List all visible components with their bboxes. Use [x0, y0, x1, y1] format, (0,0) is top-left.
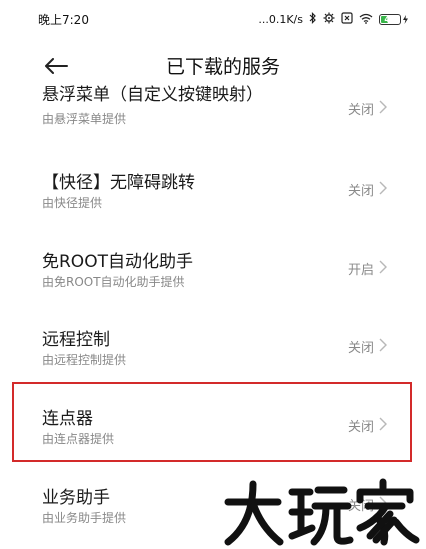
service-provider: 由悬浮菜单提供: [42, 112, 127, 126]
status-bar: 晚上7:20 ...0.1K/s 44: [0, 0, 426, 38]
status-icons: ...0.1K/s 44: [258, 12, 408, 26]
service-name: 【快径】无障碍跳转: [42, 173, 195, 193]
page-title: 已下载的服务: [165, 56, 280, 78]
settings-icon: [323, 12, 335, 26]
status-time: 晚上7:20: [38, 12, 89, 27]
service-provider: 由业务助手提供: [42, 511, 127, 525]
service-row-auto-clicker[interactable]: 连点器 由连点器提供 关闭: [0, 394, 426, 472]
service-name: 连点器: [42, 409, 93, 429]
service-status: 关闭: [347, 103, 374, 118]
chevron-right-icon: [379, 260, 387, 274]
chevron-right-icon: [379, 338, 387, 352]
service-provider: 由连点器提供: [42, 432, 115, 446]
service-name: 远程控制: [42, 330, 110, 350]
service-name: 业务助手: [42, 488, 110, 508]
service-provider: 由免ROOT自动化助手提供: [42, 275, 185, 289]
watermark-logo: [224, 478, 420, 546]
service-name: 免ROOT自动化助手: [42, 252, 193, 272]
service-status: 关闭: [347, 420, 374, 435]
service-provider: 由远程控制提供: [42, 353, 127, 367]
service-row-kuaijing[interactable]: 【快径】无障碍跳转 由快径提供 关闭: [0, 158, 426, 236]
chevron-right-icon: [379, 100, 387, 114]
chevron-right-icon: [379, 181, 387, 195]
wifi-icon: [359, 13, 373, 26]
bluetooth-icon: [309, 12, 317, 26]
service-provider: 由快径提供: [42, 196, 103, 210]
service-row-remote-control[interactable]: 远程控制 由远程控制提供 关闭: [0, 315, 426, 393]
service-row-floating-menu[interactable]: 悬浮菜单（自定义按键映射） 由悬浮菜单提供 关闭: [0, 82, 426, 158]
service-name: 悬浮菜单（自定义按键映射）: [42, 85, 263, 105]
service-row-automation[interactable]: 免ROOT自动化助手 由免ROOT自动化助手提供 开启: [0, 237, 426, 315]
signal-x-icon: [341, 12, 353, 26]
service-status: 开启: [347, 263, 374, 278]
network-speed: ...0.1K/s: [258, 12, 303, 26]
service-status: 关闭: [347, 184, 374, 199]
battery-icon: 44: [379, 13, 408, 25]
chevron-right-icon: [379, 417, 387, 431]
service-status: 关闭: [347, 341, 374, 356]
